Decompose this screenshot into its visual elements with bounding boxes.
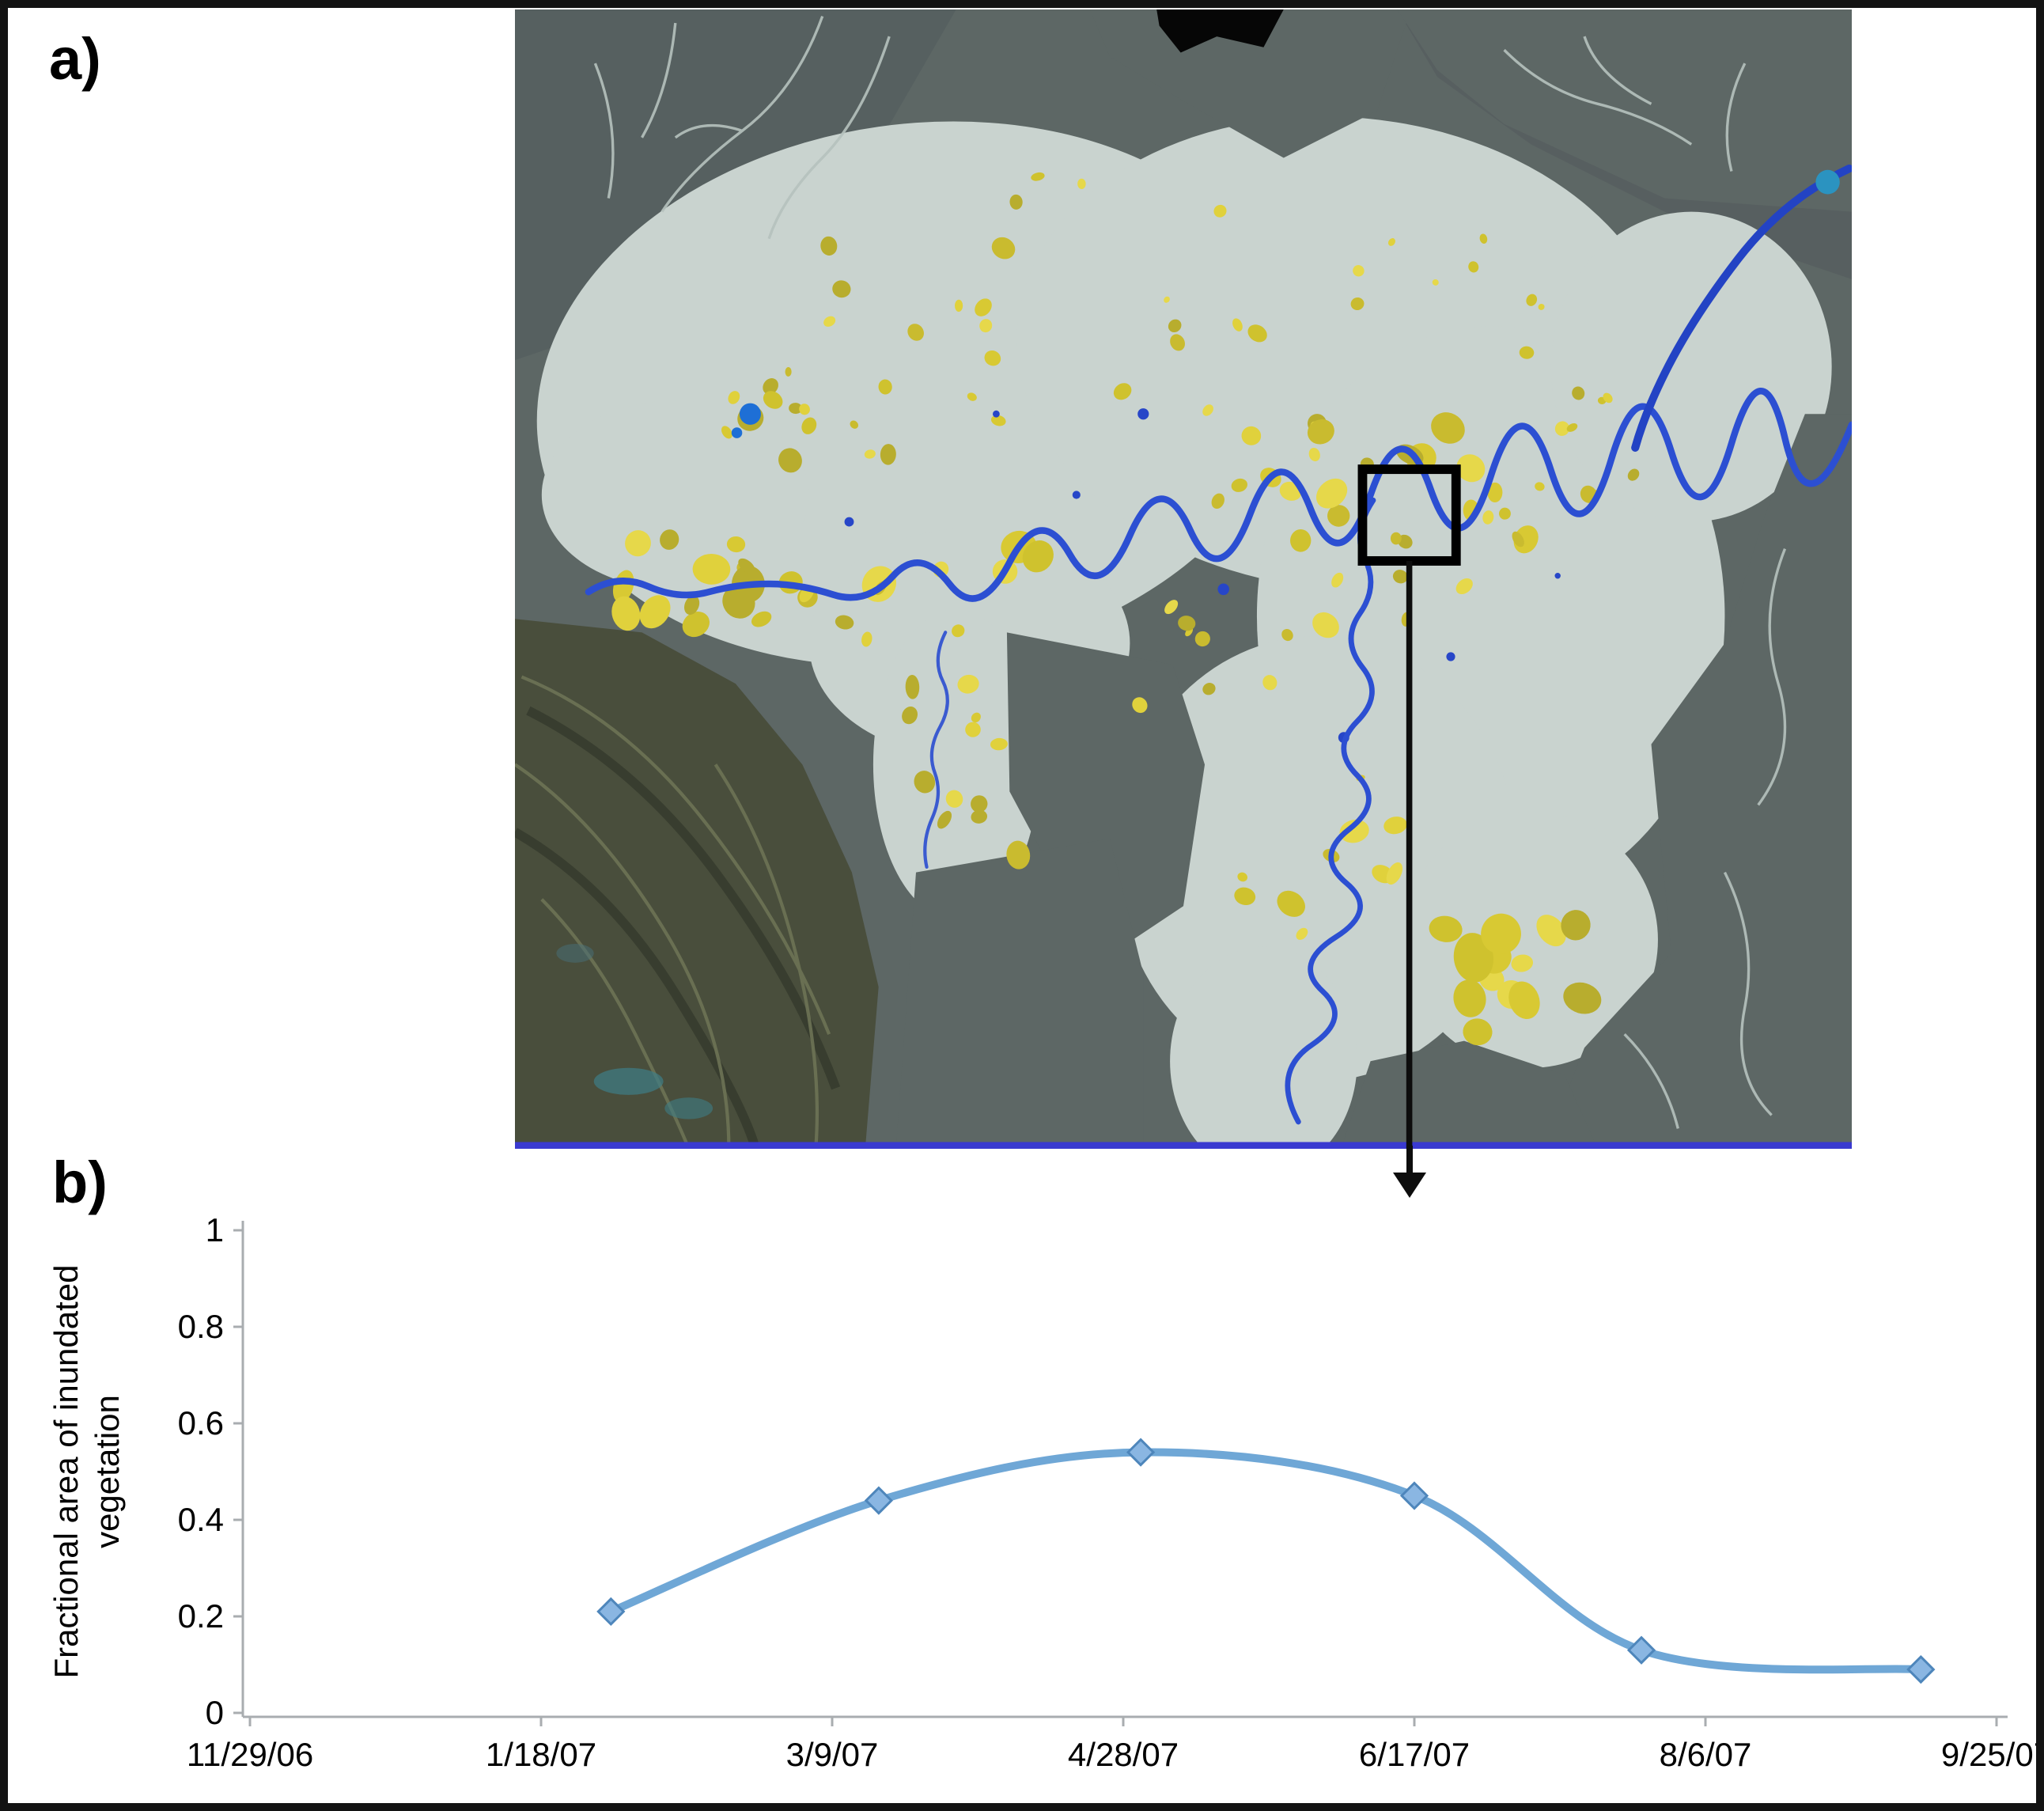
data-point-marker — [1629, 1638, 1654, 1663]
y-tick-label: 0.6 — [178, 1404, 224, 1442]
data-point-marker — [598, 1599, 623, 1624]
inundation-time-series-chart: 0 0.2 0.4 0.6 0.8 1 11/29/06 1/18/07 3/9/07 4/28/… — [8, 8, 2044, 1811]
data-point-marker — [1402, 1483, 1427, 1509]
y-tick-label: 0.4 — [178, 1501, 224, 1538]
y-axis-title-line2: vegetation — [89, 1395, 126, 1548]
figure-container: a) — [0, 0, 2044, 1811]
y-axis-title-line1: Fractional area of inundated — [47, 1264, 85, 1678]
data-point-marker — [1128, 1440, 1153, 1465]
y-tick-label: 0.2 — [178, 1597, 224, 1635]
y-tick-label: 1 — [206, 1211, 224, 1248]
x-tick-label: 1/18/07 — [486, 1736, 596, 1773]
x-tick-label: 6/17/07 — [1359, 1736, 1470, 1773]
x-tick-label: 9/25/07 — [1941, 1736, 2044, 1773]
x-tick-label: 4/28/07 — [1068, 1736, 1179, 1773]
y-tick-label: 0.8 — [178, 1308, 224, 1345]
data-point-marker — [866, 1488, 891, 1514]
series-line — [611, 1453, 1921, 1670]
data-point-marker — [1908, 1657, 1933, 1682]
x-tick-label: 11/29/06 — [187, 1736, 313, 1773]
x-tick-label: 8/6/07 — [1660, 1736, 1752, 1773]
x-tick-label: 3/9/07 — [786, 1736, 879, 1773]
y-tick-label: 0 — [206, 1694, 224, 1731]
